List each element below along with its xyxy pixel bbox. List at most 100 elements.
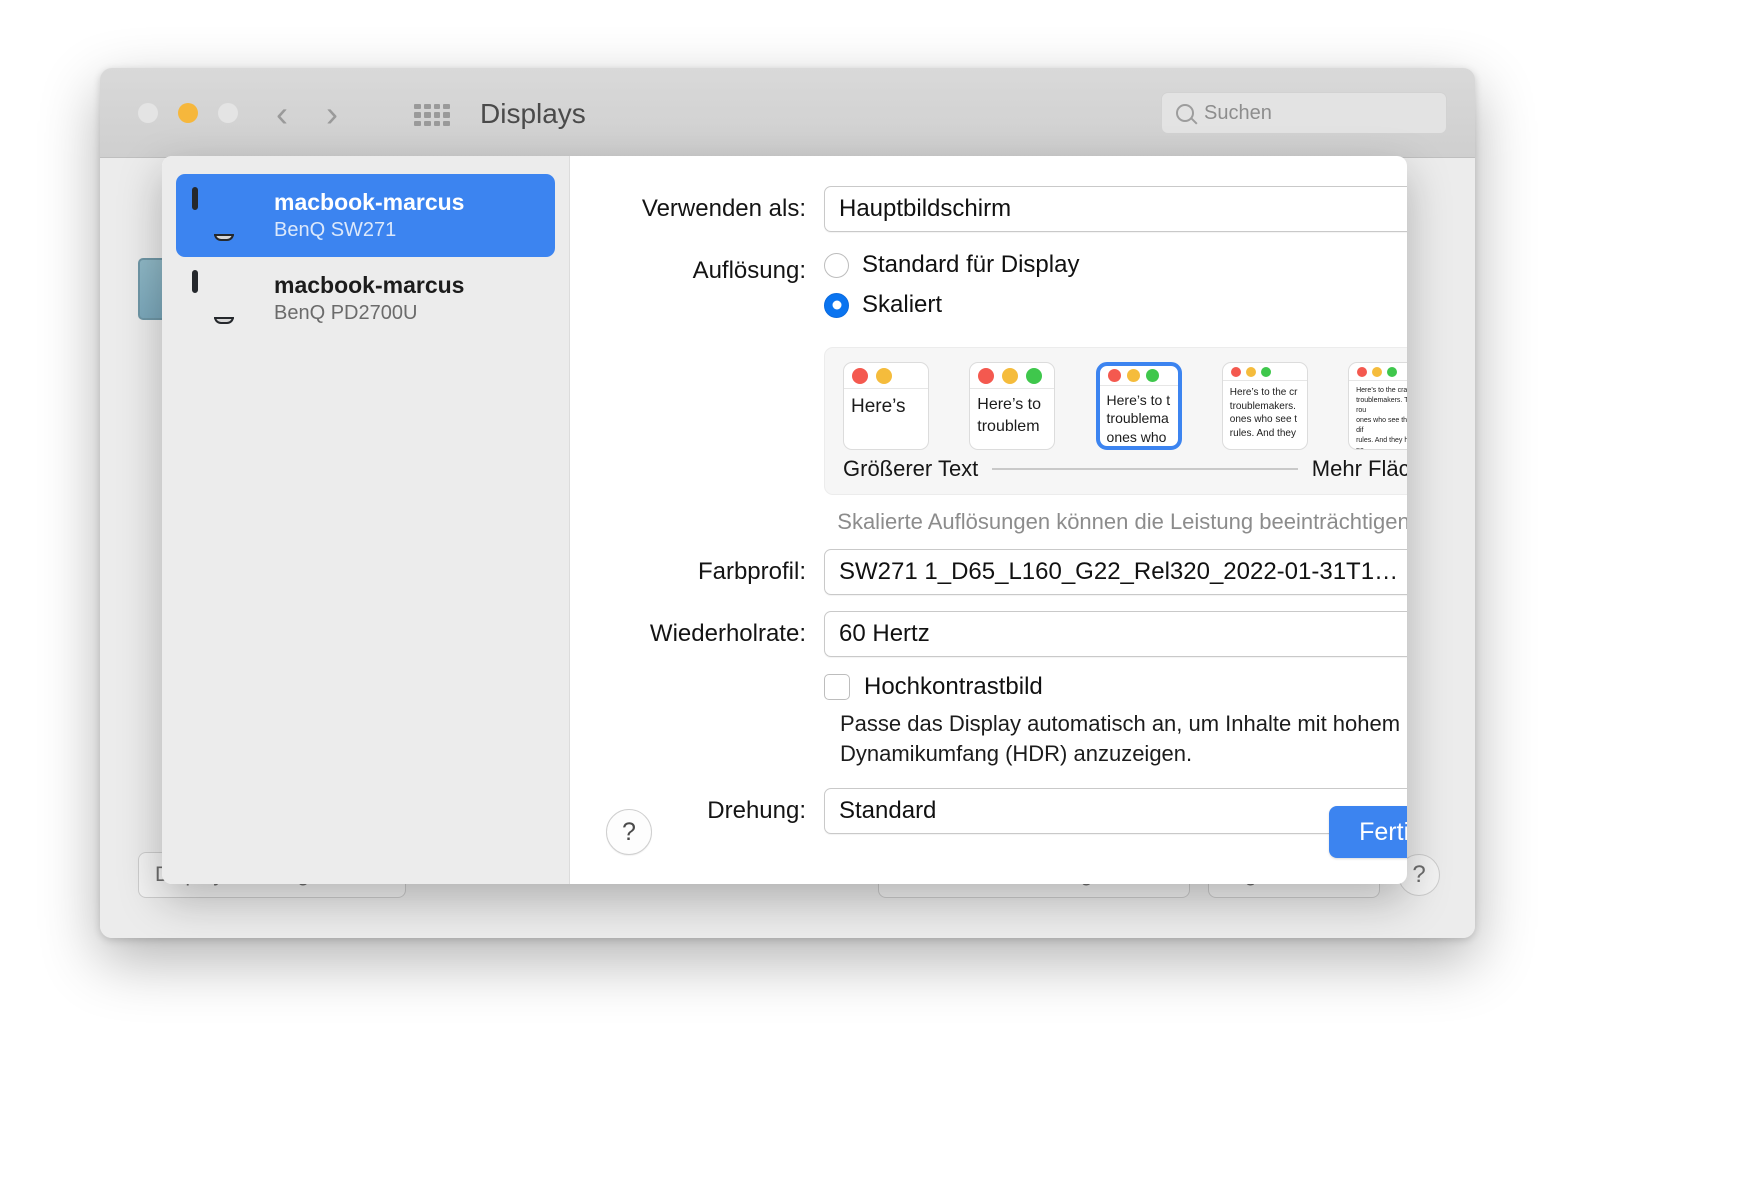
window-dot-yellow-icon xyxy=(1372,366,1383,377)
display-item-text: macbook-marcus BenQ PD2700U xyxy=(274,271,464,326)
scale-option-4-text: Here’s to the cr troublemakers. ones who… xyxy=(1229,387,1298,439)
window-dot-green-icon xyxy=(1026,367,1043,384)
hdr-checkbox-row[interactable]: Hochkontrastbild xyxy=(824,673,1407,701)
displays-preferences-window: ‹ › Displays Suchen Display hinzufügen B xyxy=(100,68,1475,938)
resolution-default-label: Standard für Display xyxy=(862,251,1080,278)
window-dot-green-icon xyxy=(1145,369,1159,382)
display-name: macbook-marcus xyxy=(274,189,465,215)
grid-dot xyxy=(423,112,431,118)
thumb-titlebar xyxy=(1222,363,1307,381)
use-as-dropdown[interactable]: Hauptbildschirm xyxy=(824,186,1407,232)
scale-option-5[interactable]: Here’s to the crazy one troublemakers. T… xyxy=(1348,362,1407,450)
window-dot-yellow-icon xyxy=(1245,366,1256,377)
display-item-text: macbook-marcus BenQ SW271 xyxy=(274,188,464,243)
color-profile-row: Farbprofil: SW271 1_D65_L160_G22_Rel320_… xyxy=(606,549,1407,595)
use-as-label: Verwenden als: xyxy=(641,195,806,222)
refresh-rate-label: Wiederholrate: xyxy=(649,620,806,647)
window-dot-yellow-icon xyxy=(1002,367,1019,384)
window-dot-red-icon xyxy=(1107,369,1121,382)
scale-option-2-text: Here’s to troublem xyxy=(977,396,1041,435)
resolution-row: Auflösung: Standard für Display Skaliert xyxy=(606,248,1407,331)
scale-slider-footer: Größerer Text Mehr Fläche xyxy=(843,456,1407,482)
scale-option-2[interactable]: Here’s to troublem xyxy=(969,362,1056,450)
window-dot-yellow-icon xyxy=(1126,369,1140,382)
help-button[interactable]: ? xyxy=(606,809,652,855)
monitor-icon xyxy=(192,270,256,325)
display-list-item-sw271[interactable]: macbook-marcus BenQ SW271 xyxy=(176,174,555,257)
page-title: Displays xyxy=(480,98,586,129)
resolution-option-default[interactable]: Standard für Display xyxy=(824,251,1407,279)
search-icon xyxy=(1176,104,1194,122)
window-dot-red-icon xyxy=(1357,366,1368,377)
resolution-radio-group: Standard für Display Skaliert xyxy=(824,248,1407,331)
navigation-arrows: ‹ › xyxy=(276,96,338,132)
hdr-checkbox[interactable] xyxy=(824,674,850,700)
grid-dot xyxy=(433,112,441,118)
resolution-label: Auflösung: xyxy=(692,257,806,284)
grid-dot xyxy=(414,120,421,126)
scale-left-label: Größerer Text xyxy=(843,456,979,481)
scale-slider-track[interactable] xyxy=(992,468,1298,470)
display-settings-pane: Verwenden als: Hauptbildschirm Auflösung… xyxy=(570,156,1407,884)
hdr-checkbox-label: Hochkontrastbild xyxy=(864,673,1043,700)
search-input[interactable]: Suchen xyxy=(1161,92,1447,134)
window-dot-red-icon xyxy=(852,367,868,384)
search-placeholder: Suchen xyxy=(1204,101,1272,124)
scale-option-4[interactable]: Here’s to the cr troublemakers. ones who… xyxy=(1221,362,1308,450)
color-profile-label: Farbprofil: xyxy=(697,558,806,585)
monitor-icon xyxy=(192,187,256,242)
radio-default-icon[interactable] xyxy=(824,252,849,278)
window-dot-green-icon xyxy=(1387,366,1398,377)
display-model: BenQ SW271 xyxy=(274,218,397,241)
grid-dot xyxy=(423,120,431,126)
minimize-button[interactable] xyxy=(178,103,198,123)
display-list: macbook-marcus BenQ SW271 macbook-marcus… xyxy=(162,156,570,884)
hdr-description: Passe das Display automatisch an, um Inh… xyxy=(840,711,1401,767)
refresh-rate-value: 60 Hertz xyxy=(839,620,930,647)
thumb-titlebar xyxy=(970,363,1055,389)
scale-right-label: Mehr Fläche xyxy=(1311,456,1407,481)
grid-dot xyxy=(443,112,450,118)
scaled-resolution-thumbnails: Here’s Here’s to troublem Here’s to t tr… xyxy=(843,362,1407,450)
thumb-titlebar xyxy=(1349,363,1407,381)
color-profile-value: SW271 1_D65_L160_G22_Rel320_2022-01-31T1… xyxy=(839,558,1399,585)
grid-dot xyxy=(433,120,441,126)
window-dot-red-icon xyxy=(1230,366,1241,377)
grid-dot xyxy=(414,104,421,110)
window-dot-green-icon xyxy=(1260,366,1271,377)
refresh-rate-dropdown[interactable]: 60 Hertz xyxy=(824,611,1407,657)
grid-dot xyxy=(414,112,421,118)
show-all-grid-icon[interactable] xyxy=(414,104,450,126)
display-model: BenQ PD2700U xyxy=(274,301,418,324)
scale-option-3-selected[interactable]: Here’s to t troublema ones who xyxy=(1095,362,1182,450)
resolution-scaled-label: Skaliert xyxy=(862,291,943,318)
color-profile-dropdown[interactable]: SW271 1_D65_L160_G22_Rel320_2022-01-31T1… xyxy=(824,549,1407,595)
back-arrow-icon[interactable]: ‹ xyxy=(276,96,288,132)
scaled-resolution-picker: Here’s Here’s to troublem Here’s to t tr… xyxy=(824,347,1407,495)
done-button[interactable]: Fertig xyxy=(1329,806,1407,858)
traffic-light-group xyxy=(138,103,238,123)
window-dot-red-icon xyxy=(978,367,995,384)
window-dot-yellow-icon xyxy=(876,367,892,384)
display-name: macbook-marcus xyxy=(274,271,465,298)
scale-option-1[interactable]: Here’s xyxy=(843,362,929,450)
radio-scaled-icon[interactable] xyxy=(824,292,849,318)
performance-note: Skalierte Auflösungen können die Leistun… xyxy=(837,509,1407,534)
resolution-option-scaled[interactable]: Skaliert xyxy=(824,291,1407,319)
scale-option-5-text: Here’s to the crazy one troublemakers. T… xyxy=(1356,387,1407,449)
close-button[interactable] xyxy=(138,103,158,123)
display-list-item-pd2700u[interactable]: macbook-marcus BenQ PD2700U xyxy=(176,257,555,340)
scale-option-3-text: Here’s to t troublema ones who xyxy=(1106,392,1171,445)
forward-arrow-icon[interactable]: › xyxy=(326,96,338,132)
grid-dot xyxy=(443,104,450,110)
grid-dot xyxy=(423,104,431,110)
zoom-button[interactable] xyxy=(218,103,238,123)
refresh-rate-row: Wiederholrate: 60 Hertz xyxy=(606,611,1407,657)
use-as-value: Hauptbildschirm xyxy=(839,195,1012,222)
thumb-titlebar xyxy=(1099,366,1178,386)
window-titlebar: ‹ › Displays Suchen xyxy=(100,68,1475,158)
sheet-footer: ? Fertig xyxy=(606,806,1407,858)
display-settings-sheet: macbook-marcus BenQ SW271 macbook-marcus… xyxy=(162,156,1407,884)
thumb-titlebar xyxy=(844,363,928,389)
grid-dot xyxy=(433,104,441,110)
